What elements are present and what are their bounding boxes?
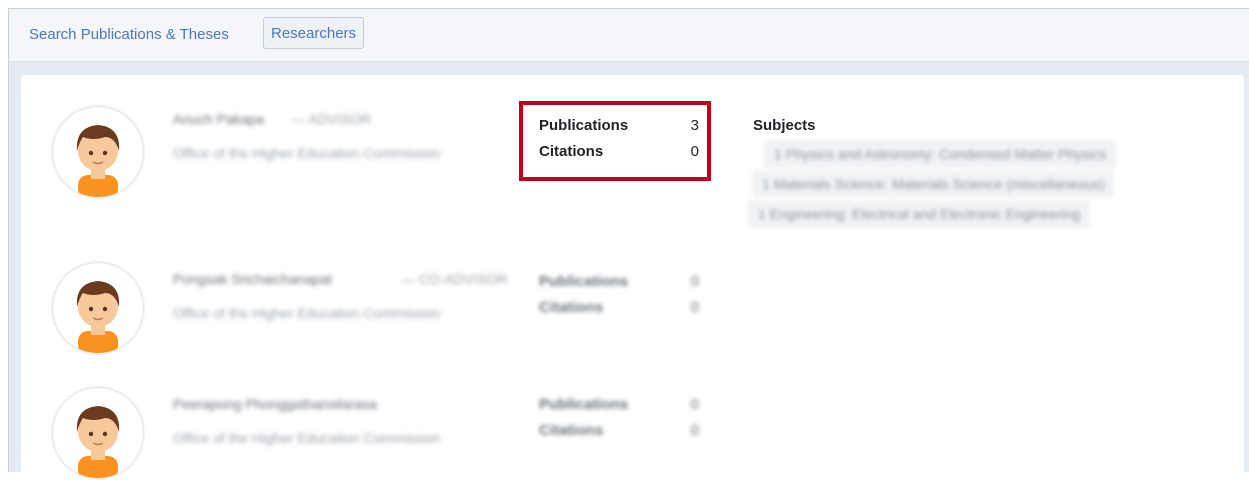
list-item: Anuch Pakapa — ADVISOR Office of the Hig… [21, 75, 1244, 227]
citations-count: 0 [690, 299, 699, 316]
publications-count: 0 [690, 396, 699, 413]
researcher-role: — ADVISOR [291, 111, 372, 127]
researcher-name[interactable]: Anuch Pakapa [173, 111, 264, 127]
subject-chip[interactable]: 1 Materials Science: Materials Science (… [753, 171, 1114, 197]
avatar-icon[interactable] [53, 388, 143, 478]
list-item: Pongsak Srichaichanapat — CO-ADVISOR Off… [21, 235, 1244, 355]
researcher-stats: Publications 0 Citations 0 [539, 273, 699, 325]
researcher-role: — CO-ADVISOR [401, 271, 508, 287]
subjects-title: Subjects [753, 117, 816, 134]
publications-label: Publications [539, 273, 629, 290]
app-frame: Search Publications & Theses Researchers… [8, 8, 1249, 478]
publications-label: Publications [539, 396, 629, 413]
researcher-name[interactable]: Pongsak Srichaichanapat [173, 271, 332, 287]
citations-label: Citations [539, 299, 604, 316]
list-item: Peerapong Phonggathansilarasa Office of … [21, 360, 1244, 480]
top-nav: Search Publications & Theses Researchers [9, 9, 1249, 62]
tab-researchers[interactable]: Researchers [263, 17, 365, 49]
researcher-list: Anuch Pakapa — ADVISOR Office of the Hig… [21, 75, 1244, 478]
researcher-name[interactable]: Peerapong Phonggathansilarasa [173, 396, 377, 412]
publications-count: 0 [690, 273, 699, 290]
subject-chip[interactable]: 1 Physics and Astronomy: Condensed Matte… [765, 141, 1116, 167]
researcher-org: Office of the Higher Education Commissio… [173, 305, 441, 321]
researcher-org: Office of the Higher Education Commissio… [173, 430, 441, 446]
researcher-stats: Publications 0 Citations 0 [539, 396, 699, 448]
subject-chip[interactable]: 1 Engineering: Electrical and Electronic… [749, 201, 1090, 227]
search-publications-link[interactable]: Search Publications & Theses [29, 26, 229, 43]
researcher-org: Office of the Higher Education Commissio… [173, 145, 441, 161]
avatar-icon[interactable] [53, 107, 143, 197]
avatar-icon[interactable] [53, 263, 143, 353]
citations-count: 0 [690, 422, 699, 439]
stats-highlight-box [519, 101, 711, 181]
citations-label: Citations [539, 422, 604, 439]
